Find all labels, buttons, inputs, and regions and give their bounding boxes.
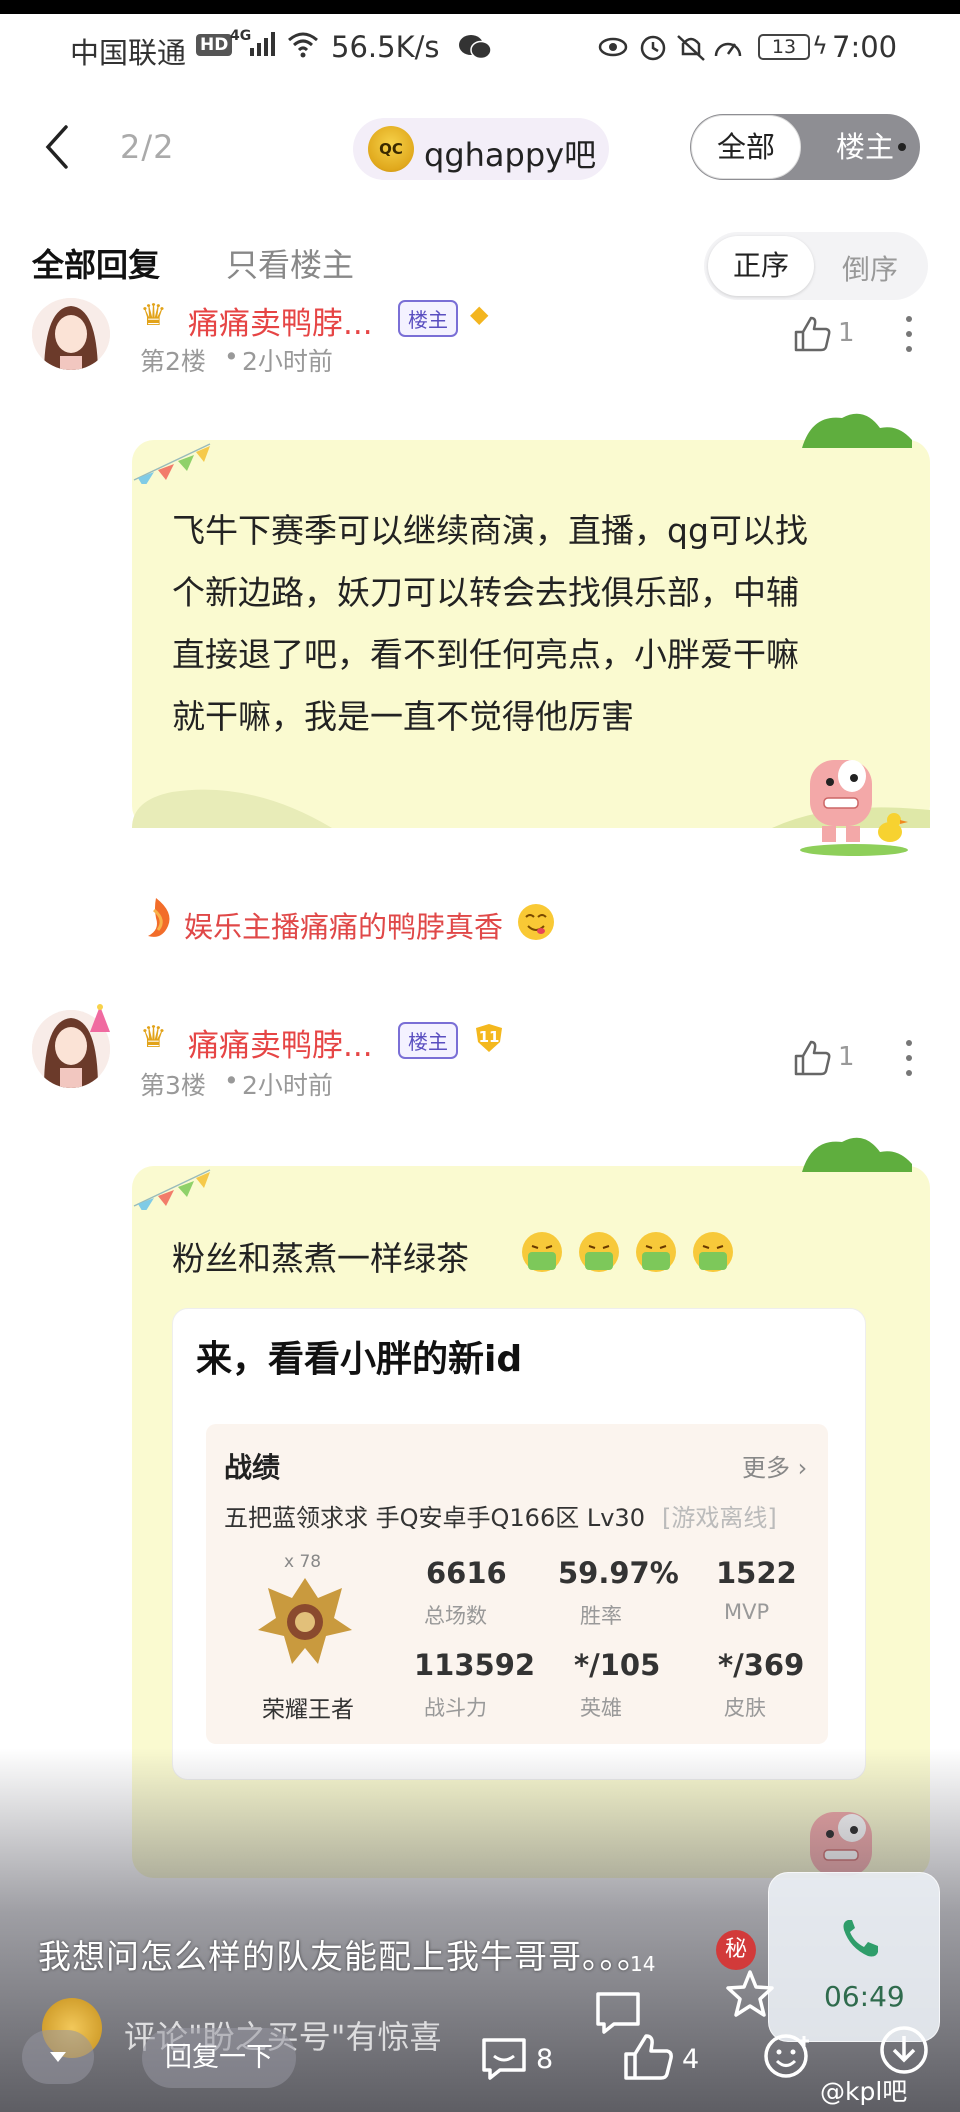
stat-value: 1522	[716, 1556, 797, 1590]
thumbs-up-icon[interactable]	[622, 2032, 674, 2084]
order-desc-button[interactable]: 倒序	[842, 248, 898, 288]
tab-owner-only[interactable]: 只看楼主	[226, 240, 354, 286]
floor-number: 第2楼	[140, 347, 206, 376]
content-line: 就干嘛，我是一直不觉得他厉害	[172, 697, 634, 736]
user-signature: 娱乐主播痛痛的鸭脖真香	[184, 910, 504, 944]
wechat-icon	[459, 35, 492, 60]
flame-icon	[148, 898, 170, 937]
separator-dot: •	[224, 342, 239, 371]
rank-emblem-icon	[258, 1578, 352, 1664]
embed-title: 来，看看小胖的新id	[196, 1339, 523, 1380]
comment-icon[interactable]	[478, 2032, 530, 2084]
more-options-icon[interactable]	[904, 1038, 914, 1078]
stat-label: 英雄	[580, 1696, 622, 1720]
separator-dot: •	[224, 1066, 239, 1095]
carrier-name: 中国联通	[70, 36, 187, 70]
poster-name[interactable]: 痛痛卖鸭脖...	[188, 298, 373, 343]
like-count: 4	[682, 2044, 700, 2075]
forum-logo: QC	[368, 126, 414, 172]
page-indicator: 2/2	[120, 128, 175, 166]
level-number: 11	[478, 1028, 500, 1046]
stat-value: 6616	[426, 1556, 507, 1590]
post-time: 2小时前	[242, 1071, 333, 1100]
tree-decoration-icon	[802, 413, 912, 448]
thumbs-up-icon[interactable]	[792, 1038, 832, 1078]
stat-value: */369	[718, 1648, 805, 1682]
tree-decoration-icon	[802, 1137, 912, 1172]
star-count: x 78	[284, 1552, 322, 1572]
level-badge-icon: ◆	[470, 300, 489, 328]
reply-input[interactable]: 回复一下	[142, 2028, 296, 2088]
owner-tag: 楼主	[398, 1022, 458, 1059]
star-icon[interactable]	[724, 1968, 776, 2020]
forum-name[interactable]: qghappy吧	[424, 130, 596, 176]
status-bar: 中国联通 HD 4G 56.5K/s 13 ϟ 7:00	[0, 22, 960, 74]
post-content: 飞牛下赛季可以继续商演，直播，qg可以找 个新边路，妖刀可以转会去找俱乐部，中辅…	[172, 500, 912, 748]
stat-label: 皮肤	[724, 1696, 766, 1720]
stat-label: MVP	[724, 1600, 770, 1624]
stat-label: 胜率	[580, 1604, 622, 1628]
back-arrow-icon[interactable]	[42, 124, 72, 170]
hd-badge: HD	[196, 34, 233, 56]
system-icons	[598, 32, 748, 69]
stat-value: 59.97%	[558, 1556, 679, 1590]
green-tea-emoji-icon	[522, 1232, 733, 1272]
message-icon[interactable]	[592, 1986, 644, 2038]
thumbs-up-icon[interactable]	[792, 314, 832, 354]
game-profile-line: 五把蓝领求求 手Q安卓手Q166区 Lv30	[224, 1504, 645, 1532]
stat-value: 113592	[414, 1648, 536, 1682]
wifi-icon	[288, 32, 318, 58]
comment-count: 8	[536, 2044, 554, 2075]
level-badge: 11	[474, 1024, 504, 1052]
stats-more-link[interactable]: 更多 ›	[742, 1448, 807, 1483]
poster-name[interactable]: 痛痛卖鸭脖...	[188, 1020, 373, 1065]
content-line: 个新边路，妖刀可以转会去找俱乐部，中辅	[172, 573, 799, 612]
order-asc-button[interactable]: 正序	[708, 236, 814, 296]
video-caption: 我想问怎么样的队友能配上我牛哥哥。。。	[38, 1937, 651, 1976]
like-count: 1	[838, 318, 855, 348]
chevron-down-icon	[50, 2052, 66, 2062]
cartoon-mascot-icon	[800, 760, 908, 856]
yum-emoji-icon	[518, 904, 554, 940]
list-top-edge	[0, 308, 960, 314]
stat-label: 战斗力	[424, 1696, 487, 1720]
content-line: 直接退了吧，看不到任何亮点，小胖爱干嘛	[172, 635, 799, 674]
stat-label: 总场数	[424, 1604, 487, 1628]
owner-tag: 楼主	[398, 300, 458, 337]
more-options-icon[interactable]	[904, 314, 914, 354]
watermark: @kpl吧	[820, 2077, 908, 2106]
eye-alarm-mute-speed-icon	[598, 35, 742, 61]
emoji-row	[520, 1230, 750, 1280]
network-type: 4G	[230, 28, 252, 44]
rank-name: 荣耀王者	[262, 1697, 354, 1723]
crown-icon: ♛	[140, 1020, 167, 1055]
post-content: 粉丝和蒸煮一样绿茶	[172, 1239, 469, 1278]
content-line: 飞牛下赛季可以继续商演，直播，qg可以找	[172, 511, 808, 550]
emoji-add-icon[interactable]	[762, 2030, 814, 2082]
message-badge: 14	[630, 1952, 656, 1976]
crown-icon: ♛	[140, 298, 167, 333]
network-speed: 56.5K/s	[331, 30, 440, 64]
secret-badge: 秘	[716, 1930, 756, 1970]
download-icon[interactable]	[878, 2024, 930, 2076]
bunting-decoration-icon	[133, 1169, 211, 1210]
status-time: 7:00	[832, 30, 898, 64]
call-duration: 06:49	[824, 1980, 905, 2013]
bunting-decoration-icon	[133, 443, 211, 484]
segment-dot-icon	[898, 143, 906, 151]
tab-all-replies[interactable]: 全部回复	[32, 240, 160, 286]
game-status: [游戏离线]	[662, 1504, 777, 1532]
post-time: 2小时前	[242, 347, 333, 376]
stat-value: */105	[574, 1648, 661, 1682]
charging-icon: ϟ	[812, 32, 828, 60]
party-hat-icon	[90, 1004, 110, 1032]
segment-all-button[interactable]: 全部	[691, 115, 801, 179]
like-count: 1	[838, 1042, 855, 1072]
battery-icon: 13	[758, 34, 810, 60]
signal-icon	[250, 32, 275, 56]
stats-section-title: 战绩	[224, 1451, 281, 1484]
phone-icon[interactable]	[840, 1916, 880, 1960]
top-black-strip	[0, 0, 960, 14]
floor-number: 第3楼	[140, 1071, 206, 1100]
